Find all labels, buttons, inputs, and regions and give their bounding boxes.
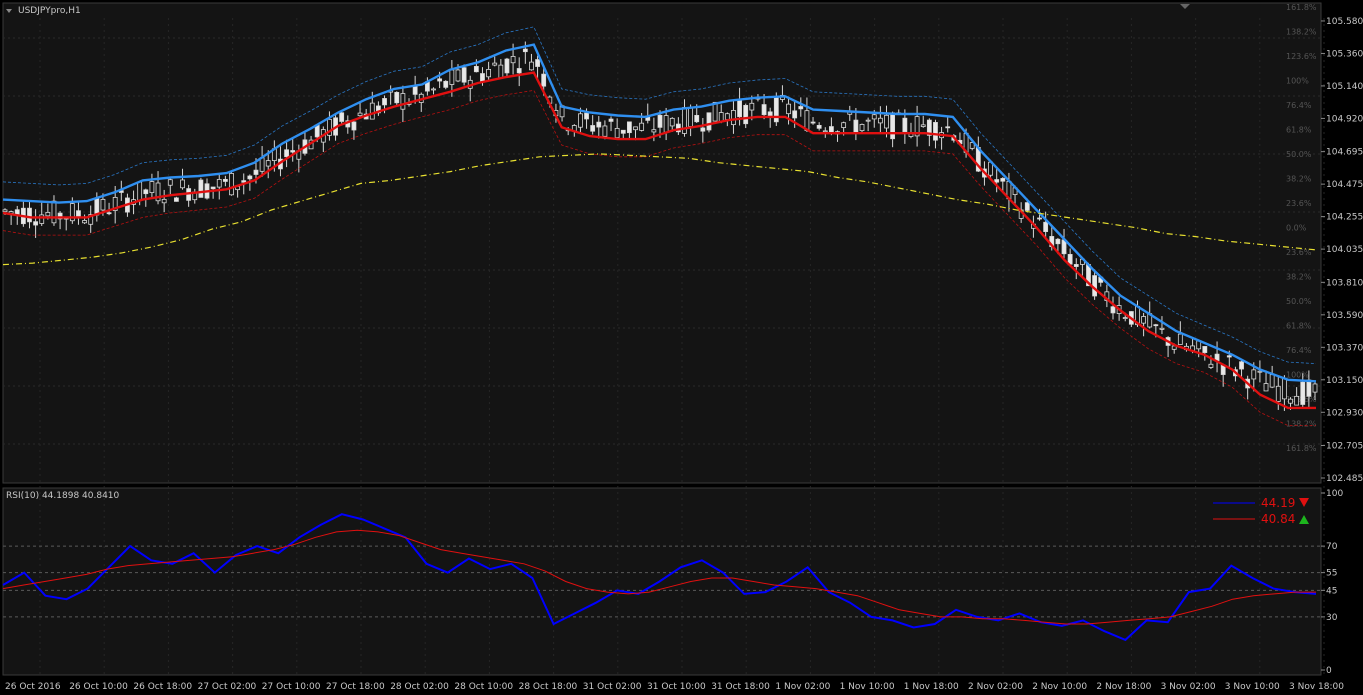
price-tick-label: 104.920 xyxy=(1326,114,1363,124)
candle xyxy=(198,177,204,198)
fib-level-label: 23.6% xyxy=(1286,199,1312,208)
rsi-legend-value: 44.19 xyxy=(1261,496,1295,510)
price-tick-label: 104.475 xyxy=(1326,180,1363,190)
fib-level-label: 61.8% xyxy=(1286,322,1312,331)
price-tick-label: 105.360 xyxy=(1326,49,1363,59)
candle xyxy=(229,172,234,196)
time-axis-label: 3 Nov 10:00 xyxy=(1225,682,1280,692)
time-axis-label: 2 Nov 18:00 xyxy=(1096,682,1151,692)
signal-legend-value: 40.84 xyxy=(1261,512,1295,526)
rsi-tick-label: 30 xyxy=(1326,613,1338,623)
price-tick-label: 103.590 xyxy=(1326,311,1363,321)
time-axis-label: 1 Nov 02:00 xyxy=(775,682,830,692)
price-tick-label: 103.370 xyxy=(1326,343,1363,353)
time-axis-label: 28 Oct 10:00 xyxy=(454,682,513,692)
price-chart-title: USDJPYpro,H1 xyxy=(18,6,81,16)
fib-level-label: 38.2% xyxy=(1286,273,1312,282)
rsi-tick-label: 70 xyxy=(1326,542,1338,552)
fib-level-label: 38.2% xyxy=(1286,175,1312,184)
time-axis-label: 31 Oct 02:00 xyxy=(583,682,642,692)
price-tick-label: 102.705 xyxy=(1326,442,1363,452)
price-tick-label: 104.035 xyxy=(1326,245,1363,255)
price-tick-label: 102.930 xyxy=(1326,408,1363,418)
fib-level-label: 100% xyxy=(1286,371,1309,380)
price-tick-label: 103.150 xyxy=(1326,376,1363,386)
time-axis-label: 26 Oct 10:00 xyxy=(69,682,128,692)
price-tick-label: 103.810 xyxy=(1326,278,1363,288)
candle xyxy=(859,123,865,133)
time-axis-label: 1 Nov 10:00 xyxy=(840,682,895,692)
time-axis-label: 27 Oct 18:00 xyxy=(326,682,385,692)
time-axis-label: 28 Oct 18:00 xyxy=(519,682,578,692)
time-axis-label: 31 Oct 10:00 xyxy=(647,682,706,692)
time-axis-label: 31 Oct 18:00 xyxy=(711,682,770,692)
chart-frame: 105.580 105.360 105.140 104.920 104.695 104.4… xyxy=(0,0,1363,695)
fib-level-label: 161.8% xyxy=(1286,444,1317,453)
time-axis-label: 3 Nov 02:00 xyxy=(1161,682,1216,692)
fib-level-label: 161.8% xyxy=(1286,3,1317,12)
candle xyxy=(706,112,712,133)
fib-level-label: 61.8% xyxy=(1286,126,1312,135)
time-axis-label: 27 Oct 02:00 xyxy=(198,682,257,692)
price-tick-label: 104.255 xyxy=(1326,213,1363,223)
fib-level-label: 0.0% xyxy=(1286,224,1307,233)
rsi-panel[interactable] xyxy=(2,487,1322,676)
rsi-tick-label: 55 xyxy=(1326,569,1337,579)
time-axis-label: 26 Oct 2016 xyxy=(5,682,61,692)
rsi-tick-label: 0 xyxy=(1326,666,1332,676)
fib-level-label: 100% xyxy=(1286,77,1309,86)
time-axis-label: 26 Oct 18:00 xyxy=(133,682,192,692)
candle xyxy=(174,196,179,202)
time-axis-label: 28 Oct 02:00 xyxy=(390,682,449,692)
time-axis-label: 3 Nov 18:00 xyxy=(1289,682,1344,692)
price-tick-label: 105.580 xyxy=(1326,17,1363,27)
rsi-tick-label: 100 xyxy=(1326,489,1343,499)
price-panel[interactable] xyxy=(2,2,1322,484)
fib-level-label: 138.2% xyxy=(1286,420,1317,429)
time-axis-label: 2 Nov 10:00 xyxy=(1032,682,1087,692)
fib-level-label: 76.4% xyxy=(1286,346,1312,355)
price-tick-label: 102.485 xyxy=(1326,474,1363,484)
fib-level-label: 76.4% xyxy=(1286,101,1312,110)
fib-level-label: 123.6% xyxy=(1286,52,1317,61)
fib-level-label: 50.0% xyxy=(1286,297,1312,306)
rsi-title: RSI(10) 44.1898 40.8410 xyxy=(6,491,120,501)
time-axis-label: 27 Oct 10:00 xyxy=(262,682,321,692)
candle xyxy=(339,111,345,124)
rsi-tick-label: 45 xyxy=(1326,586,1337,596)
price-tick-label: 104.695 xyxy=(1326,148,1363,158)
time-axis-label: 1 Nov 18:00 xyxy=(904,682,959,692)
time-axis-label: 2 Nov 02:00 xyxy=(968,682,1023,692)
fib-level-label: 23.6% xyxy=(1286,248,1312,257)
price-tick-label: 105.140 xyxy=(1326,82,1363,92)
fib-level-label: 138.2% xyxy=(1286,28,1317,37)
fib-level-label: 50.0% xyxy=(1286,150,1312,159)
